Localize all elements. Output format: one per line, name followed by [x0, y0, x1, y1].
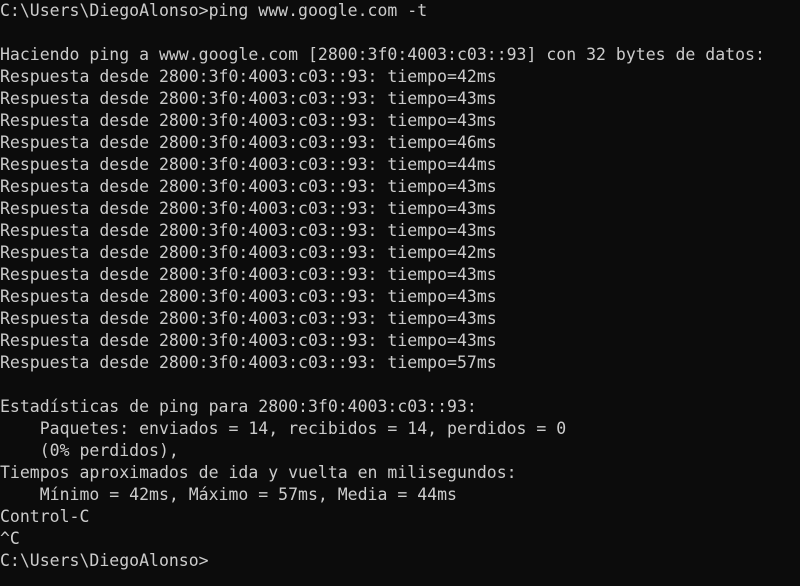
ping-reply-line: Respuesta desde 2800:3f0:4003:c03::93: t… — [0, 265, 497, 284]
packets-stats-line: Paquetes: enviados = 14, recibidos = 14,… — [0, 419, 567, 438]
ping-reply-line: Respuesta desde 2800:3f0:4003:c03::93: t… — [0, 89, 497, 108]
ping-reply-line: Respuesta desde 2800:3f0:4003:c03::93: t… — [0, 353, 497, 372]
caret-c-line: ^C — [0, 529, 20, 548]
terminal-console[interactable]: C:\Users\DiegoAlonso>ping www.google.com… — [0, 0, 800, 586]
rtt-header-line: Tiempos aproximados de ida y vuelta en m… — [0, 463, 517, 482]
ping-reply-line: Respuesta desde 2800:3f0:4003:c03::93: t… — [0, 67, 497, 86]
loss-stats-line: (0% perdidos), — [0, 441, 179, 460]
control-c-line: Control-C — [0, 507, 90, 526]
ping-reply-line: Respuesta desde 2800:3f0:4003:c03::93: t… — [0, 243, 497, 262]
ping-reply-line: Respuesta desde 2800:3f0:4003:c03::93: t… — [0, 287, 497, 306]
ping-reply-line: Respuesta desde 2800:3f0:4003:c03::93: t… — [0, 309, 497, 328]
ping-reply-line: Respuesta desde 2800:3f0:4003:c03::93: t… — [0, 331, 497, 350]
ping-reply-line: Respuesta desde 2800:3f0:4003:c03::93: t… — [0, 133, 497, 152]
rtt-stats-line: Mínimo = 42ms, Máximo = 57ms, Media = 44… — [0, 485, 457, 504]
ping-reply-line: Respuesta desde 2800:3f0:4003:c03::93: t… — [0, 155, 497, 174]
ping-header-line: Haciendo ping a www.google.com [2800:3f0… — [0, 45, 765, 64]
ping-reply-line: Respuesta desde 2800:3f0:4003:c03::93: t… — [0, 111, 497, 130]
command-prompt-line: C:\Users\DiegoAlonso>ping www.google.com… — [0, 1, 428, 20]
command-prompt-line[interactable]: C:\Users\DiegoAlonso> — [0, 550, 800, 572]
stats-header-line: Estadísticas de ping para 2800:3f0:4003:… — [0, 397, 477, 416]
ping-reply-line: Respuesta desde 2800:3f0:4003:c03::93: t… — [0, 177, 497, 196]
ping-reply-line: Respuesta desde 2800:3f0:4003:c03::93: t… — [0, 221, 497, 240]
ping-reply-line: Respuesta desde 2800:3f0:4003:c03::93: t… — [0, 199, 497, 218]
